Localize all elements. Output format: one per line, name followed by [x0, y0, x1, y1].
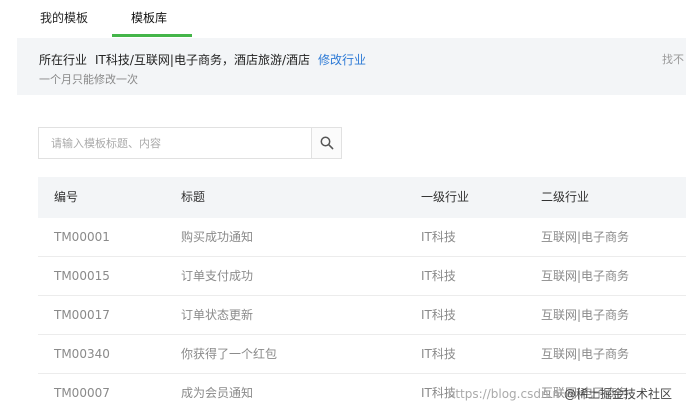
- row-level1: IT科技: [421, 347, 456, 361]
- tab-my-templates[interactable]: 我的模板: [40, 9, 88, 26]
- row-level2: 互联网|电子商务: [541, 230, 630, 244]
- row-id: TM00015: [54, 269, 110, 283]
- header-level1: 一级行业: [421, 190, 470, 204]
- table-header: 编号 标题 一级行业 二级行业: [38, 177, 686, 218]
- header-level2: 二级行业: [541, 190, 590, 204]
- row-level1: IT科技: [421, 230, 456, 244]
- row-id: TM00007: [54, 386, 110, 400]
- page: 我的模板 模板库 所在行业 IT科技/互联网|电子商务，酒店旅游/酒店 修改行业 一…: [0, 0, 686, 412]
- table-row[interactable]: TM00340 你获得了一个红包 IT科技 互联网|电子商务: [38, 335, 686, 374]
- table-row[interactable]: TM00017 订单状态更新 IT科技 互联网|电子商务: [38, 296, 686, 335]
- watermark-url: https://blog.csdn.n: [447, 387, 560, 401]
- row-id: TM00340: [54, 347, 110, 361]
- tab-bar: 我的模板 模板库: [0, 0, 686, 38]
- row-title: 购买成功通知: [181, 230, 254, 244]
- search-button[interactable]: [311, 128, 341, 158]
- industry-right-link[interactable]: 找不: [662, 51, 684, 67]
- header-id: 编号: [54, 190, 79, 204]
- industry-value: IT科技/互联网|电子商务，酒店旅游/酒店: [95, 53, 311, 67]
- modify-industry-link[interactable]: 修改行业: [318, 53, 366, 67]
- row-id: TM00001: [54, 230, 110, 244]
- row-title: 订单支付成功: [181, 269, 254, 283]
- industry-note: 一个月只能修改一次: [39, 73, 138, 86]
- row-level1: IT科技: [421, 308, 456, 322]
- row-level1: IT科技: [421, 269, 456, 283]
- search-icon: [320, 136, 334, 150]
- row-level2: 互联网|电子商务: [541, 347, 630, 361]
- tab-template-library[interactable]: 模板库: [131, 9, 167, 26]
- table-row[interactable]: TM00015 订单支付成功 IT科技 互联网|电子商务: [38, 257, 686, 296]
- row-title: 订单状态更新: [181, 308, 254, 322]
- header-title: 标题: [181, 190, 206, 204]
- row-id: TM00017: [54, 308, 110, 322]
- industry-panel: 所在行业 IT科技/互联网|电子商务，酒店旅游/酒店 修改行业 一个月只能修改一次 …: [17, 38, 686, 95]
- search-input[interactable]: [39, 128, 311, 158]
- search-box: [38, 127, 342, 159]
- industry-line: 所在行业 IT科技/互联网|电子商务，酒店旅游/酒店 修改行业: [39, 51, 366, 68]
- table-row[interactable]: TM00001 购买成功通知 IT科技 互联网|电子商务: [38, 218, 686, 257]
- template-table: 编号 标题 一级行业 二级行业 TM00001 购买成功通知 IT科技 互联网|…: [38, 177, 686, 412]
- active-tab-indicator: [112, 34, 192, 37]
- row-level2: 互联网|电子商务: [541, 308, 630, 322]
- watermark-text: @稀土掘金技术社区: [563, 387, 672, 401]
- watermark: https://blog.csdn.n @稀土掘金技术社区: [448, 385, 672, 402]
- row-level2: 互联网|电子商务: [541, 269, 630, 283]
- row-title: 成为会员通知: [181, 386, 254, 400]
- industry-label: 所在行业: [39, 53, 88, 67]
- row-title: 你获得了一个红包: [181, 347, 278, 361]
